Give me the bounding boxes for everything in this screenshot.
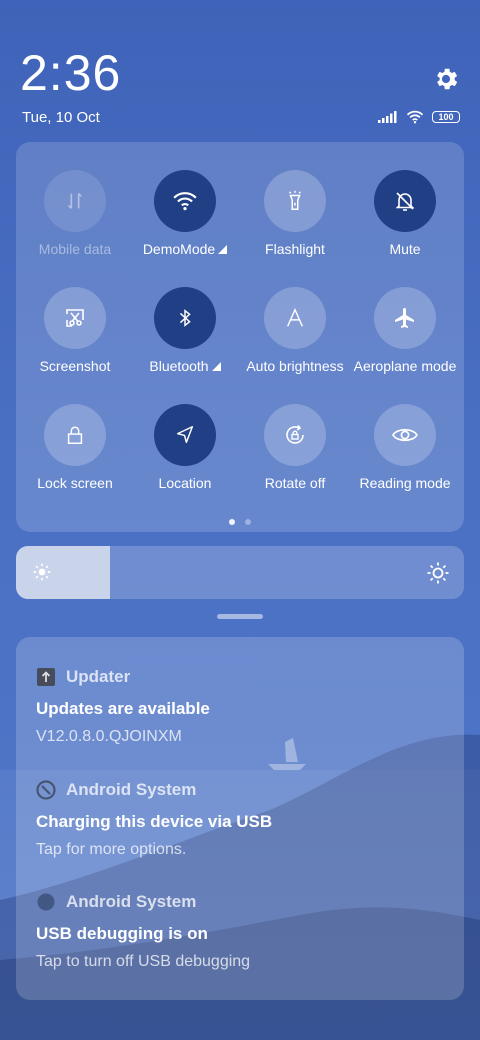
- status-bar: 100: [378, 110, 460, 124]
- brightness-slider[interactable]: [16, 546, 464, 599]
- tile-flashlight[interactable]: Flashlight: [240, 170, 350, 257]
- tile-label: Auto brightness: [246, 358, 344, 374]
- tile-aeroplane-mode[interactable]: Aeroplane mode: [350, 287, 460, 374]
- tile-label: Reading mode: [359, 475, 451, 491]
- battery-level: 100: [438, 112, 454, 122]
- wifi-icon: [406, 110, 424, 124]
- notification-app-name: Android System: [66, 892, 197, 911]
- tile-auto-brightness-button[interactable]: [264, 287, 326, 349]
- tile-bluetooth-button[interactable]: [154, 287, 216, 349]
- page-dot[interactable]: [245, 519, 251, 525]
- signal-icon: [378, 111, 397, 123]
- tile-label: Lock screen: [37, 475, 113, 491]
- tile-demomode-button[interactable]: [154, 170, 216, 232]
- quick-settings-panel: Mobile data DemoMode Flashlight Mute Scr…: [16, 142, 464, 532]
- tile-demomode[interactable]: DemoMode: [130, 170, 240, 257]
- flashlight-icon: [288, 190, 302, 210]
- tile-aeroplane-mode-button[interactable]: [374, 287, 436, 349]
- android-system-icon: [37, 893, 55, 911]
- tile-label: Flashlight: [265, 241, 325, 257]
- bluetooth-icon: [179, 309, 191, 327]
- tile-screenshot-button[interactable]: [44, 287, 106, 349]
- notification-app-name: Android System: [66, 780, 197, 799]
- tile-label: Mute: [389, 241, 421, 257]
- auto-brightness-icon: [286, 307, 304, 327]
- notification-title: Charging this device via USB: [36, 812, 273, 831]
- tile-mobile-data-button[interactable]: [44, 170, 106, 232]
- tile-reading-mode[interactable]: Reading mode: [350, 404, 460, 491]
- wifi-icon: [173, 192, 197, 211]
- tile-label: Bluetooth: [130, 358, 240, 374]
- notification-title: USB debugging is on: [36, 924, 208, 943]
- expand-triangle-icon[interactable]: [218, 244, 228, 254]
- mobile-data-icon: [67, 193, 83, 209]
- tile-mute[interactable]: Mute: [350, 170, 460, 257]
- rotate-lock-icon: [286, 425, 304, 444]
- notification-header: Android System: [36, 780, 456, 800]
- tile-screenshot[interactable]: Screenshot: [20, 287, 130, 374]
- bell-off-icon: [395, 192, 415, 211]
- notification-header: Updater: [36, 667, 456, 687]
- brightness-low-icon: [33, 563, 51, 581]
- tile-rotate-off[interactable]: Rotate off: [240, 404, 350, 491]
- tile-mute-button[interactable]: [374, 170, 436, 232]
- tile-lock-screen[interactable]: Lock screen: [20, 404, 130, 491]
- notification-app-name: Updater: [66, 667, 131, 686]
- page-dot-active[interactable]: [229, 519, 235, 525]
- tile-mobile-data[interactable]: Mobile data: [20, 170, 130, 257]
- notification-item[interactable]: Android System USB debugging is on Tap t…: [36, 892, 456, 971]
- clock-time[interactable]: 2:36: [20, 44, 121, 102]
- screenshot-icon: [66, 309, 84, 327]
- notification-text: Tap to turn off USB debugging: [36, 953, 251, 970]
- battery-icon: 100: [432, 111, 460, 123]
- android-system-icon: [36, 780, 56, 800]
- tile-bluetooth[interactable]: Bluetooth: [130, 287, 240, 374]
- tile-flashlight-button[interactable]: [264, 170, 326, 232]
- notification-text: V12.0.8.0.QJOINXM: [36, 728, 182, 745]
- updater-icon: [37, 668, 55, 686]
- notification-panel: Updater Updates are available V12.0.8.0.…: [16, 637, 464, 1000]
- drag-handle[interactable]: [217, 614, 263, 619]
- tile-label: Rotate off: [264, 475, 326, 491]
- tile-label: Screenshot: [39, 358, 111, 374]
- expand-triangle-icon[interactable]: [211, 361, 221, 371]
- tile-label: DemoMode: [130, 241, 240, 257]
- notification-header: Android System: [36, 892, 456, 912]
- tile-location-button[interactable]: [154, 404, 216, 466]
- brightness-high-icon: [427, 562, 449, 584]
- notification-text: Tap for more options.: [36, 841, 187, 858]
- tile-label: Aeroplane mode: [353, 358, 457, 374]
- tile-auto-brightness[interactable]: Auto brightness: [240, 287, 350, 374]
- tile-lock-screen-button[interactable]: [44, 404, 106, 466]
- notification-item[interactable]: Updater Updates are available V12.0.8.0.…: [36, 667, 456, 746]
- page-indicator: [16, 519, 464, 525]
- location-icon: [176, 426, 194, 444]
- eye-icon: [392, 428, 418, 442]
- lock-icon: [67, 426, 83, 444]
- clock-date[interactable]: Tue, 10 Oct: [22, 109, 100, 126]
- tile-reading-mode-button[interactable]: [374, 404, 436, 466]
- gear-icon[interactable]: [432, 65, 460, 93]
- brightness-fill[interactable]: [16, 546, 110, 599]
- tile-rotate-off-button[interactable]: [264, 404, 326, 466]
- notification-item[interactable]: Android System Charging this device via …: [36, 780, 456, 859]
- airplane-icon: [395, 308, 414, 328]
- tile-location[interactable]: Location: [130, 404, 240, 491]
- notification-title: Updates are available: [36, 699, 210, 718]
- tile-label: Location: [158, 475, 212, 491]
- tile-label: Mobile data: [38, 241, 112, 257]
